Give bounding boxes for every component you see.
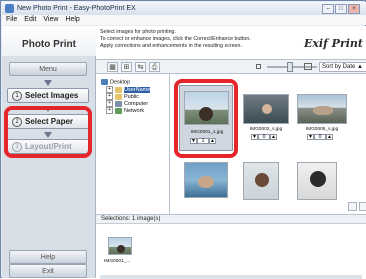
increment-icon[interactable]: ▲ bbox=[326, 134, 333, 140]
expand-icon[interactable]: + bbox=[106, 100, 113, 107]
thumbnail-card[interactable]: IMG0002_s.jpg ▼ 0 ▲ bbox=[243, 94, 289, 140]
grid-view-icon[interactable]: ▦ bbox=[107, 62, 118, 72]
instruction-line: Select images for photo printing. bbox=[100, 29, 176, 35]
correct-enhance-icon[interactable] bbox=[359, 202, 366, 211]
computer-icon bbox=[115, 100, 122, 107]
menu-bar: File Edit View Help bbox=[2, 15, 366, 25]
photo-subject bbox=[313, 106, 333, 115]
exit-button[interactable]: Exit bbox=[9, 264, 87, 278]
user-folder-icon bbox=[115, 86, 122, 93]
expand-icon[interactable]: + bbox=[106, 86, 113, 93]
network-icon bbox=[115, 107, 122, 114]
thumbnail-image[interactable] bbox=[184, 162, 228, 198]
instructions-panel: Select images for photo printing. To cor… bbox=[96, 26, 366, 60]
print-count[interactable]: 0 bbox=[314, 134, 326, 140]
maximize-button[interactable]: □ bbox=[335, 4, 347, 14]
app-window: New Photo Print - Easy-PhotoPrint EX – □ ×… bbox=[0, 0, 366, 279]
thumbnail-image[interactable] bbox=[297, 162, 337, 200]
close-button[interactable]: × bbox=[348, 4, 360, 14]
expand-icon[interactable]: + bbox=[106, 107, 113, 114]
highlight-ring-steps bbox=[4, 106, 92, 158]
photo-subject bbox=[255, 173, 269, 187]
step-arrow-icon bbox=[44, 80, 52, 86]
sidebar: Photo Print Menu 1 Select Images 2 Select … bbox=[2, 26, 96, 278]
desktop-icon bbox=[101, 79, 108, 85]
scan-icon[interactable]: ⎙ bbox=[149, 62, 160, 72]
thumbnail-card[interactable]: IMG0005_s.jpg ▼ 0 ▲ bbox=[297, 94, 347, 140]
rotate-icon[interactable] bbox=[348, 202, 357, 211]
thumbnail-image[interactable] bbox=[243, 94, 289, 124]
exif-print-logo: Exif Print bbox=[303, 37, 363, 50]
photo-subject bbox=[262, 104, 272, 114]
thumbnail-image[interactable] bbox=[297, 94, 347, 124]
selections-header: Selections: 1 image(s) bbox=[96, 215, 366, 224]
title-bar: New Photo Print - Easy-PhotoPrint EX – □ × bbox=[2, 2, 366, 15]
menu-help[interactable]: Help bbox=[65, 16, 79, 23]
thumbnail-area: IMG0001_s.jpg ▼ 1 ▲ IMG0002_s.jpg ▼ 0 ▲ IMG0… bbox=[170, 74, 366, 214]
zoom-slider-handle[interactable] bbox=[287, 62, 293, 72]
expand-icon[interactable]: + bbox=[106, 93, 113, 100]
menu-view[interactable]: View bbox=[43, 16, 58, 23]
highlight-ring-thumbnail bbox=[174, 79, 238, 158]
print-count-stepper[interactable]: ▼ 0 ▲ bbox=[251, 134, 277, 140]
print-count-stepper[interactable]: ▼ 0 ▲ bbox=[307, 134, 333, 140]
minimize-button[interactable]: – bbox=[322, 4, 334, 14]
menu-button[interactable]: Menu bbox=[9, 62, 87, 76]
decrement-icon[interactable]: ▼ bbox=[307, 134, 314, 140]
window-controls: – □ × bbox=[321, 4, 360, 14]
toolbar: ▦ ⊞ ⇆ ⎙ Sort by Date ▲ bbox=[96, 60, 366, 74]
sort-select[interactable]: Sort by Date ▲ bbox=[319, 62, 366, 72]
thumbnail-filename: IMG0005_s.jpg bbox=[305, 127, 339, 132]
folder-icon bbox=[115, 93, 122, 100]
help-button[interactable]: Help bbox=[9, 250, 87, 264]
instruction-line: To correct or enhance images, click the … bbox=[100, 36, 251, 42]
sort-value: Sort by Date ▲ bbox=[322, 64, 363, 70]
menu-edit[interactable]: Edit bbox=[24, 16, 36, 23]
menu-file[interactable]: File bbox=[6, 16, 17, 23]
photo-subject bbox=[310, 171, 326, 187]
step-select-images[interactable]: 1 Select Images bbox=[7, 88, 89, 103]
selected-thumbnail[interactable] bbox=[108, 237, 132, 255]
tile-view-icon[interactable]: ⊞ bbox=[121, 62, 132, 72]
print-count[interactable]: 0 bbox=[258, 134, 270, 140]
window-title: New Photo Print - Easy-PhotoPrint EX bbox=[17, 5, 136, 12]
decrement-icon[interactable]: ▼ bbox=[251, 134, 258, 140]
step-label: Select Images bbox=[25, 91, 79, 100]
increment-icon[interactable]: ▲ bbox=[270, 134, 277, 140]
selections-scrollbar[interactable] bbox=[100, 275, 362, 279]
zoom-out-icon[interactable] bbox=[256, 64, 261, 69]
thumbnail-image[interactable] bbox=[243, 162, 279, 200]
instruction-line: Apply corrections and enhancements in th… bbox=[100, 43, 242, 49]
tree-item-network[interactable]: + Network bbox=[106, 107, 144, 115]
folder-tree: Desktop + UserName + Public + Computer + Net… bbox=[96, 74, 170, 214]
selected-filename: IMG0001_... bbox=[104, 259, 131, 264]
zoom-in-icon[interactable] bbox=[304, 63, 312, 70]
sidebar-title: Photo Print bbox=[2, 26, 96, 56]
thumbnail-filename: IMG0002_s.jpg bbox=[249, 127, 283, 132]
step-number: 1 bbox=[12, 90, 22, 101]
selections-panel: Selections: 1 image(s) IMG0001_... bbox=[96, 214, 366, 279]
app-icon bbox=[5, 4, 14, 13]
photo-subject bbox=[117, 245, 125, 253]
link-icon[interactable]: ⇆ bbox=[135, 62, 146, 72]
photo-subject bbox=[198, 176, 214, 188]
